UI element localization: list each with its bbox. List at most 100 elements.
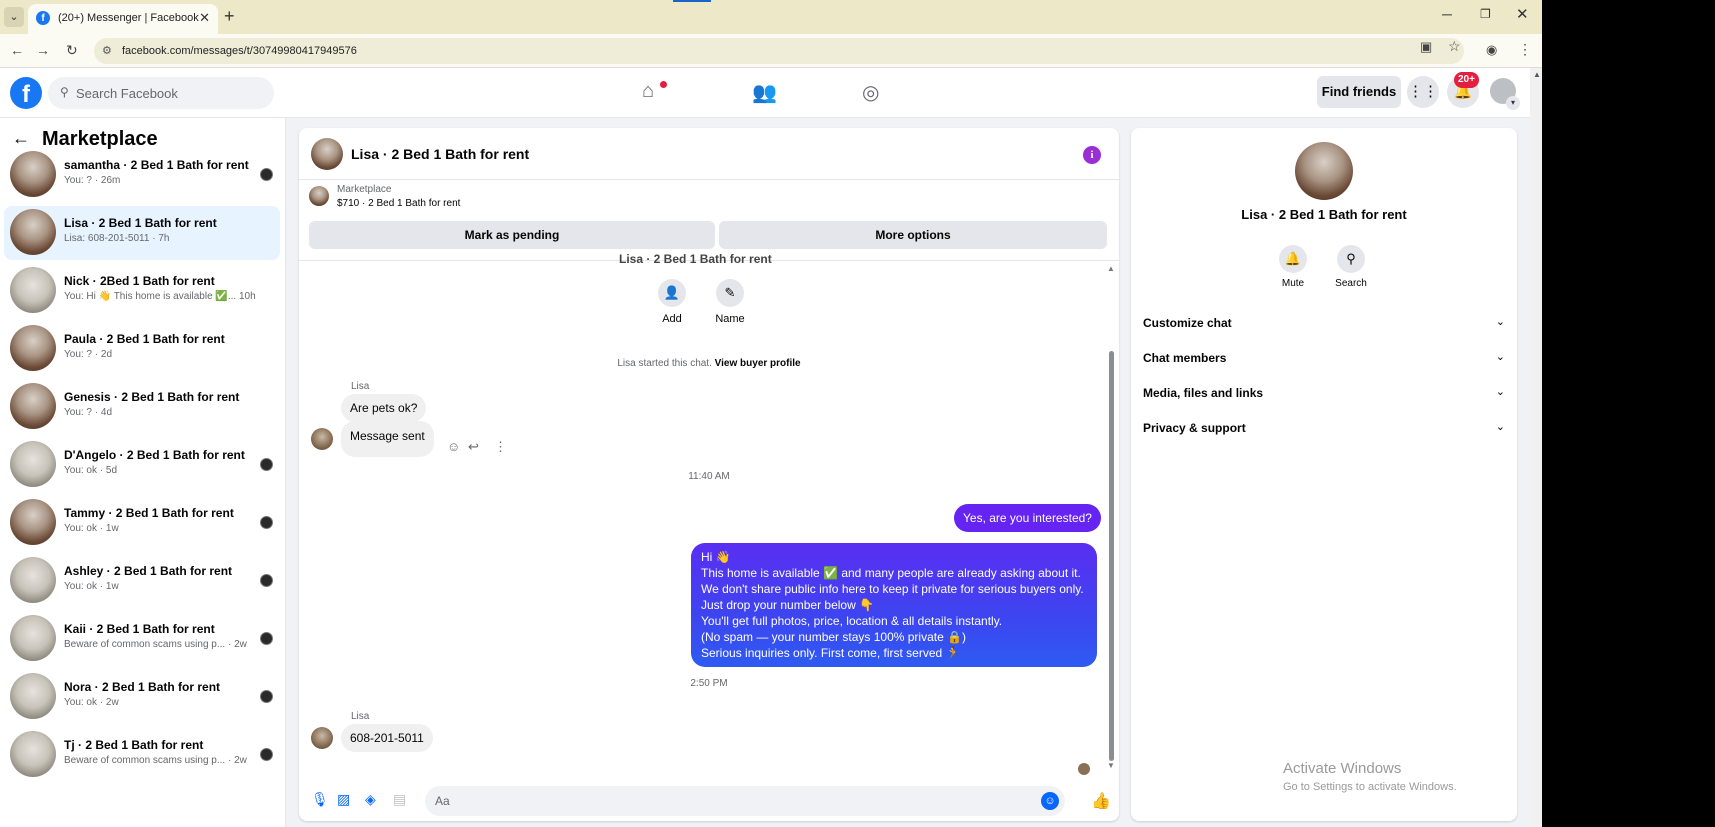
mute-bell-icon[interactable]: 🔔 <box>1279 245 1307 273</box>
outgoing-long-message[interactable]: Hi 👋 This home is available ✅ and many pe… <box>691 543 1097 667</box>
add-person-icon[interactable]: 👤 <box>658 279 686 307</box>
sticker-icon[interactable]: ◈ <box>365 791 376 808</box>
listing-thumbnail <box>10 151 56 197</box>
conversation-item[interactable]: Genesis · 2 Bed 1 Bath for rent You: ? · … <box>4 380 280 434</box>
conversation-item[interactable]: Ashley · 2 Bed 1 Bath for rent You: ok · … <box>4 554 280 608</box>
gif-icon[interactable]: ▤ <box>393 791 406 808</box>
conversation-name: Lisa · 2 Bed 1 Bath for rent <box>64 216 217 230</box>
notification-badge: 20+ <box>1454 72 1479 88</box>
chat-panel: Lisa · 2 Bed 1 Bath for rent i Marketpla… <box>299 128 1119 821</box>
groups-icon[interactable]: ◎ <box>862 80 879 105</box>
section-customize-chat[interactable]: Customize chat ⌄ <box>1143 308 1505 338</box>
section-privacy-support[interactable]: Privacy & support ⌄ <box>1143 413 1505 443</box>
menu-grid-icon[interactable]: ⋮⋮ <box>1407 76 1439 108</box>
sender-name: Lisa <box>351 711 370 722</box>
listing-thumbnail <box>10 267 56 313</box>
window-close-icon[interactable]: ✕ <box>1516 5 1529 23</box>
conversation-item[interactable]: Tammy · 2 Bed 1 Bath for rent You: ok · 1… <box>4 496 280 550</box>
conversation-item[interactable]: Nora · 2 Bed 1 Bath for rent You: ok · 2w <box>4 670 280 724</box>
tab-search-button[interactable]: ⌄ <box>4 7 24 27</box>
conversation-item[interactable]: Paula · 2 Bed 1 Bath for rent You: ? · 2d <box>4 322 280 376</box>
find-friends-button[interactable]: Find friends <box>1317 76 1401 108</box>
search-input[interactable] <box>76 81 266 105</box>
facebook-logo-icon[interactable]: f <box>10 77 42 109</box>
forward-icon[interactable]: → <box>36 42 50 58</box>
message-input[interactable] <box>435 790 1015 812</box>
conversation-name: D'Angelo · 2 Bed 1 Bath for rent <box>64 448 245 462</box>
seen-avatar <box>260 748 273 761</box>
conversation-item[interactable]: Kaii · 2 Bed 1 Bath for rent Beware of co… <box>4 612 280 666</box>
conversation-snippet: You: ok · 5d <box>64 465 118 476</box>
reply-icon[interactable]: ↩ <box>468 439 479 455</box>
chat-thumbnail[interactable] <box>311 138 343 170</box>
minimize-icon[interactable]: ─ <box>1442 6 1452 22</box>
browser-profile-icon[interactable]: ◉ <box>1486 42 1497 58</box>
more-options-button[interactable]: More options <box>719 221 1107 249</box>
listing-thumbnail <box>10 441 56 487</box>
photo-icon[interactable]: ▨ <box>337 791 350 808</box>
lisa-avatar[interactable] <box>311 428 333 450</box>
chat-started-notice: Lisa started this chat. View buyer profi… <box>299 358 1119 369</box>
screen: ⌄ f (20+) Messenger | Facebook ✕ + ─ ❐ ✕… <box>0 0 1542 827</box>
url-text[interactable]: facebook.com/messages/t/3074998041794957… <box>122 45 357 57</box>
thumbs-up-icon[interactable]: 👍 <box>1091 791 1111 811</box>
incoming-message[interactable]: Message sent <box>341 421 434 457</box>
view-buyer-profile-link[interactable]: View buyer profile <box>715 358 801 369</box>
site-info-icon[interactable]: ⚙ <box>102 44 112 57</box>
section-chat-members[interactable]: Chat members ⌄ <box>1143 343 1505 373</box>
conversation-name: Tammy · 2 Bed 1 Bath for rent <box>64 506 234 520</box>
new-tab-icon[interactable]: + <box>224 6 235 27</box>
reload-icon[interactable]: ↻ <box>66 42 78 59</box>
conversation-item[interactable]: D'Angelo · 2 Bed 1 Bath for rent You: ok … <box>4 438 280 492</box>
account-chevron-icon[interactable]: ▾ <box>1506 96 1520 110</box>
conversation-name: Tj · 2 Bed 1 Bath for rent <box>64 738 204 752</box>
message-composer: 🎙 ▨ ◈ ▤ ☺ 👍 <box>299 778 1119 821</box>
lisa-avatar[interactable] <box>311 727 333 749</box>
conversation-item[interactable]: Lisa · 2 Bed 1 Bath for rent Lisa: 608-20… <box>4 206 280 260</box>
search-box[interactable]: ⚲ <box>48 77 274 109</box>
thread-scrollbar[interactable]: ▲ ▼ <box>1107 261 1117 771</box>
composer-input-box[interactable]: ☺ <box>425 786 1065 816</box>
more-icon[interactable]: ⋮ <box>494 439 507 455</box>
bookmark-star-icon[interactable]: ☆ <box>1448 38 1461 55</box>
tab-close-icon[interactable]: ✕ <box>199 10 210 26</box>
install-app-icon[interactable]: ▣ <box>1420 39 1432 55</box>
scroll-thumb[interactable] <box>1109 351 1114 761</box>
scroll-up-icon[interactable]: ▲ <box>1107 264 1115 273</box>
omnibox[interactable]: ⚙ facebook.com/messages/t/30749980417949… <box>94 38 1464 64</box>
info-avatar[interactable] <box>1295 142 1353 200</box>
incoming-message[interactable]: 608-201-5011 <box>341 724 433 752</box>
home-icon[interactable]: ⌂ <box>642 80 654 103</box>
section-media-files-links[interactable]: Media, files and links ⌄ <box>1143 378 1505 408</box>
scroll-down-icon[interactable]: ▼ <box>1107 761 1115 770</box>
scroll-up-icon[interactable]: ▲ <box>1533 70 1541 79</box>
started-text: Lisa started this chat. <box>617 358 715 369</box>
message-line: This home is available ✅ and many people… <box>701 566 1081 580</box>
page-scrollbar[interactable]: ▲ <box>1530 68 1542 827</box>
pencil-icon[interactable]: ✎ <box>716 279 744 307</box>
conversation-item[interactable]: samantha · 2 Bed 1 Bath for rent You: ? ·… <box>4 148 280 202</box>
chat-title[interactable]: Lisa · 2 Bed 1 Bath for rent <box>351 146 529 162</box>
react-icon[interactable]: ☺ <box>447 439 460 454</box>
section-label: Privacy & support <box>1143 421 1246 435</box>
microphone-icon[interactable]: 🎙 <box>311 791 329 808</box>
outgoing-message[interactable]: Yes, are you interested? <box>954 504 1101 532</box>
message-line: We don't share public info here to keep … <box>701 582 1084 596</box>
listing-thumbnail <box>10 615 56 661</box>
conversation-item[interactable]: Nick · 2Bed 1 Bath for rent You: Hi 👋 Thi… <box>4 264 280 318</box>
browser-tab[interactable]: f (20+) Messenger | Facebook ✕ <box>28 4 218 34</box>
seen-avatar <box>260 632 273 645</box>
mark-as-pending-button[interactable]: Mark as pending <box>309 221 715 249</box>
conversation-name: Ashley · 2 Bed 1 Bath for rent <box>64 564 233 578</box>
emoji-icon[interactable]: ☺ <box>1041 792 1059 810</box>
back-arrow-icon[interactable]: ← <box>12 128 30 149</box>
search-icon[interactable]: ⚲ <box>1337 245 1365 273</box>
chevron-down-icon: ⌄ <box>1495 421 1505 433</box>
friends-icon[interactable]: 👥 <box>752 80 777 105</box>
browser-menu-icon[interactable]: ⋮ <box>1518 41 1532 58</box>
restore-icon[interactable]: ❐ <box>1480 7 1491 21</box>
incoming-message[interactable]: Are pets ok? <box>341 394 427 422</box>
conversation-item[interactable]: Tj · 2 Bed 1 Bath for rent Beware of comm… <box>4 728 280 782</box>
info-icon[interactable]: i <box>1083 146 1101 164</box>
back-icon[interactable]: ← <box>10 42 24 58</box>
